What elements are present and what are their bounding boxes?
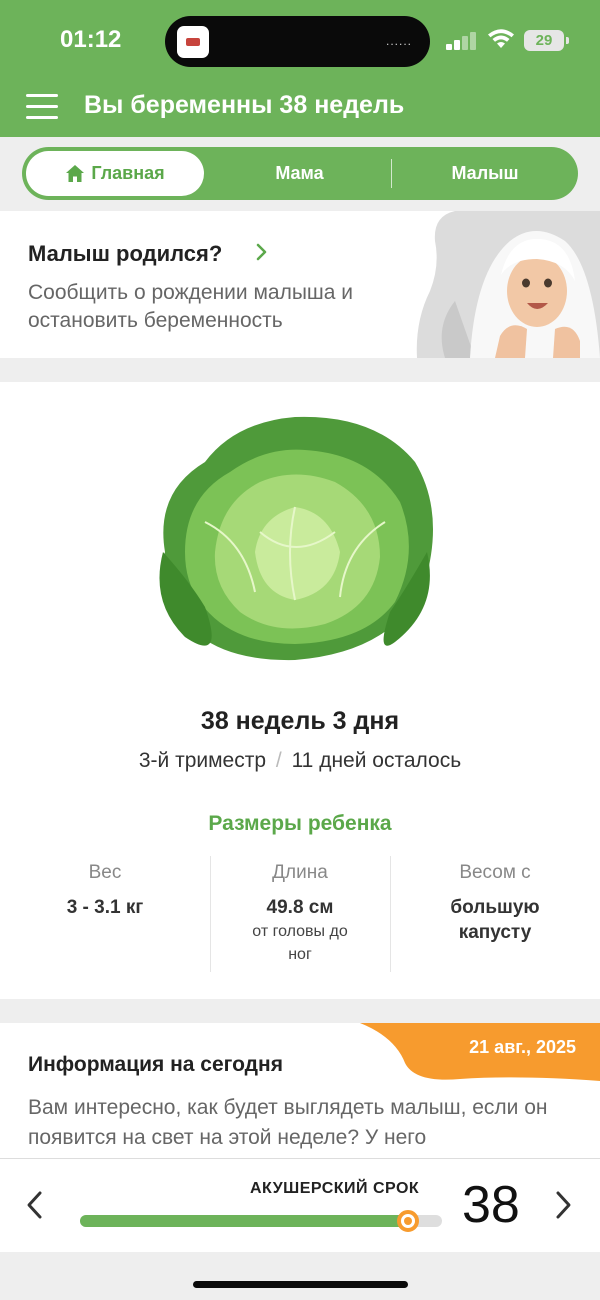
term-progress-knob[interactable] <box>396 1210 419 1232</box>
tab-home-label: Главная <box>91 163 165 183</box>
dynamic-island: ...... <box>165 16 430 67</box>
info-date: 21 авг., 2025 <box>469 1037 576 1057</box>
app-header: Вы беременны 38 недель <box>0 82 600 132</box>
obstetric-term-label: АКУШЕРСКИЙ СРОК <box>250 1180 420 1197</box>
trimester-text: 3-й триместр <box>138 749 267 772</box>
chevron-left-icon[interactable] <box>24 1189 46 1221</box>
term-progress-slider[interactable] <box>80 1210 442 1232</box>
app-icon <box>177 26 209 58</box>
info-text: Вам интересно, как будет выглядеть малыш… <box>28 1096 548 1149</box>
baby-born-card[interactable]: Малыш родился? Сообщить о рождении малыш… <box>0 211 600 358</box>
home-icon <box>66 165 85 182</box>
current-week-number: 38 <box>462 1176 520 1234</box>
baby-photo <box>416 211 600 358</box>
baby-born-text: Сообщить о рождении малыша и остановить … <box>28 281 354 332</box>
island-dots: ...... <box>385 34 412 48</box>
cellular-signal-icon <box>446 30 478 50</box>
tab-home[interactable]: Главная <box>26 151 204 196</box>
compare-label: Весом с <box>459 862 531 883</box>
chevron-right-icon[interactable] <box>552 1189 574 1221</box>
baby-sizes-title: Размеры ребенка <box>208 812 392 835</box>
status-time: 01:12 <box>60 26 122 53</box>
length-value: 49.8 см <box>266 897 334 918</box>
term-navigation-bar: АКУШЕРСКИЙ СРОК 38 <box>0 1158 600 1252</box>
separator: / <box>275 749 282 772</box>
battery-icon: 29 <box>524 30 569 51</box>
weight-label: Вес <box>88 862 122 883</box>
today-info-card[interactable]: 21 авг., 2025 Информация на сегодня Вам … <box>0 1023 600 1163</box>
baby-born-title: Малыш родился? <box>28 241 223 266</box>
tab-baby[interactable]: Малыш <box>392 151 578 196</box>
compare-value: большую капусту <box>450 897 540 943</box>
trimester-line: 3-й триместр / 11 дней осталось <box>0 749 600 773</box>
home-indicator-area <box>0 1252 600 1300</box>
status-bar: 01:12 ...... 29 <box>0 0 600 82</box>
cabbage-image <box>159 416 433 661</box>
info-title: Информация на сегодня <box>28 1053 283 1076</box>
menu-icon[interactable] <box>26 94 58 120</box>
home-indicator[interactable] <box>193 1281 408 1288</box>
days-left-text: 11 дней осталось <box>291 749 462 772</box>
weight-value: 3 - 3.1 кг <box>66 897 144 918</box>
length-sub: от головы до ног <box>252 923 348 963</box>
length-column: Длина 49.8 см от головы до ног <box>210 862 390 966</box>
week-card: 38 недель 3 дня 3-й триместр / 11 дней о… <box>0 382 600 999</box>
wifi-icon <box>488 29 514 48</box>
pregnancy-week-title: 38 недель 3 дня <box>200 707 400 735</box>
weight-column: Вес 3 - 3.1 кг <box>0 862 210 920</box>
page-title: Вы беременны 38 недель <box>84 91 405 119</box>
tab-mama[interactable]: Мама <box>208 151 391 196</box>
compare-column: Весом с большую капусту <box>390 862 600 945</box>
segmented-tabs: Главная Мама Малыш <box>22 147 578 200</box>
term-progress-fill <box>80 1215 408 1227</box>
length-label: Длина <box>272 862 328 883</box>
chevron-right-icon <box>256 243 267 261</box>
